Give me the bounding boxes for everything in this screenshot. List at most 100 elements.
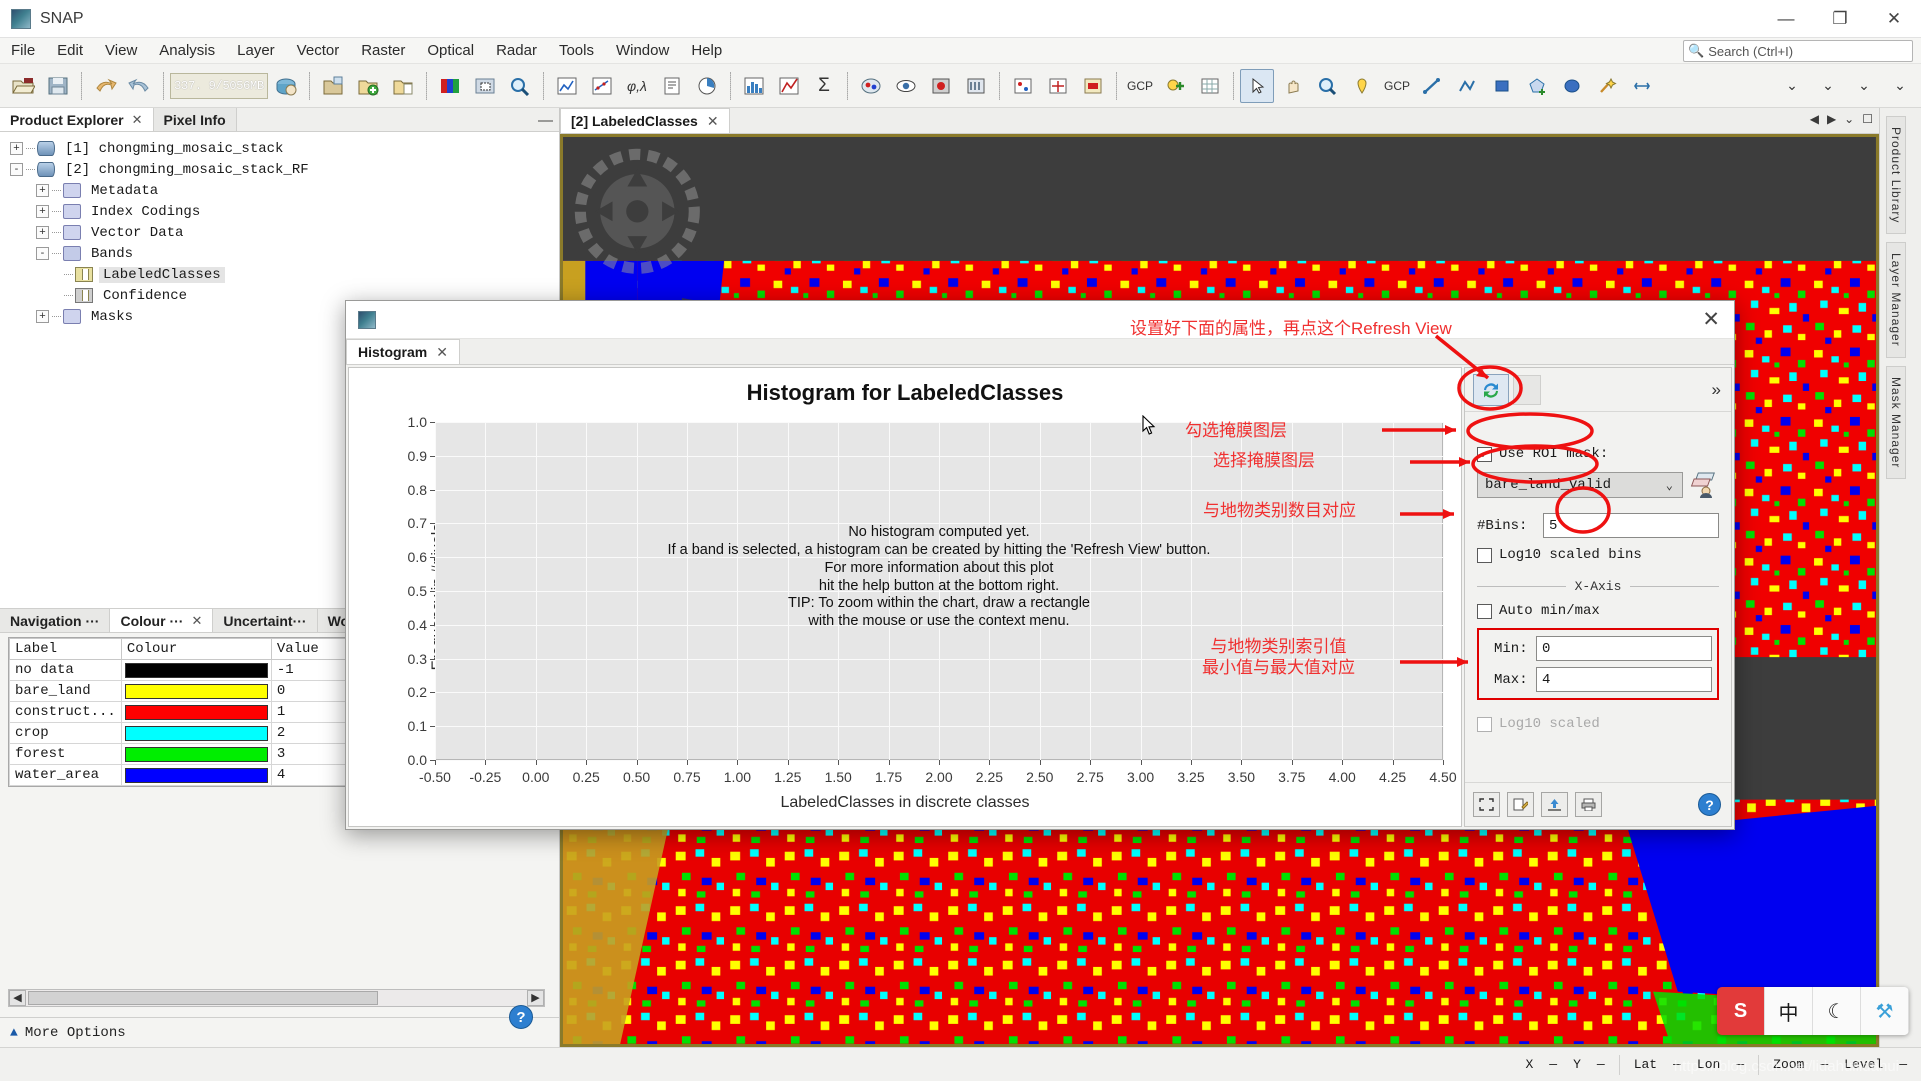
range-finder-icon[interactable] <box>1625 69 1659 103</box>
log10-bins-checkbox[interactable] <box>1477 547 1492 563</box>
dialog-help-button[interactable]: ? <box>1698 793 1721 816</box>
colour-row-swatch[interactable] <box>120 743 272 765</box>
import-product-icon[interactable] <box>351 69 385 103</box>
tree-node-product-1[interactable]: + [1] chongming_mosaic_stack <box>10 138 559 159</box>
histogram-chart-pane[interactable]: Histogram for LabeledClasses Frequency i… <box>348 367 1462 827</box>
profile-plot-icon[interactable] <box>550 69 584 103</box>
expander-icon[interactable]: + <box>36 205 49 218</box>
edit-properties-icon[interactable] <box>1507 792 1534 817</box>
ime-toolbox-icon[interactable]: ⚒ <box>1861 987 1909 1035</box>
maximize-view-icon[interactable]: ☐ <box>1862 112 1873 126</box>
colour-swatch[interactable] <box>124 704 268 720</box>
draw-rectangle-icon[interactable] <box>1485 69 1519 103</box>
tab-list-icon[interactable]: ⌄ <box>1844 112 1854 126</box>
tab-uncertainty[interactable]: Uncertaint··· <box>213 609 318 632</box>
refresh-view-button[interactable] <box>1473 373 1509 406</box>
menu-window[interactable]: Window <box>605 40 680 61</box>
pan-tool-icon[interactable] <box>1275 69 1309 103</box>
minimize-dock-icon[interactable]: — <box>538 112 553 129</box>
open-session-icon[interactable] <box>316 69 350 103</box>
draw-polyline-icon[interactable] <box>1450 69 1484 103</box>
information-icon[interactable] <box>655 69 689 103</box>
tab-navigation[interactable]: Navigation ··· <box>0 609 111 632</box>
chevron-down-icon-2[interactable]: ⌄ <box>1811 69 1845 103</box>
zoom-tool-icon[interactable] <box>503 69 537 103</box>
draw-line-icon[interactable] <box>1415 69 1449 103</box>
export-product-icon[interactable] <box>386 69 420 103</box>
menu-view[interactable]: View <box>94 40 148 61</box>
close-icon[interactable]: ✕ <box>132 112 143 128</box>
colour-row-swatch[interactable] <box>120 659 272 681</box>
search-box[interactable]: 🔍 Search (Ctrl+I) <box>1683 40 1913 62</box>
tab-product-library[interactable]: Product Library <box>1886 116 1906 235</box>
menu-tools[interactable]: Tools <box>548 40 605 61</box>
tree-node-vector-data[interactable]: + Vector Data <box>36 222 559 243</box>
export-icon[interactable] <box>1541 792 1568 817</box>
horizontal-scrollbar[interactable]: ◀ ▶ <box>8 989 545 1007</box>
redo-icon[interactable] <box>123 69 157 103</box>
expander-icon[interactable]: + <box>36 184 49 197</box>
memory-usage-indicator[interactable]: 337. 9/5056MB <box>170 72 268 99</box>
magic-wand-icon[interactable] <box>1590 69 1624 103</box>
tab-product-explorer[interactable]: Product Explorer ✕ <box>0 108 154 131</box>
help-button[interactable]: ? <box>509 1005 533 1029</box>
menu-file[interactable]: File <box>0 40 46 61</box>
chevron-down-icon-3[interactable]: ⌄ <box>1847 69 1881 103</box>
mask-manager-icon[interactable] <box>1689 471 1719 499</box>
tab-labeledclasses-view[interactable]: [2] LabeledClasses ✕ <box>560 108 730 133</box>
auto-minmax-checkbox[interactable] <box>1477 603 1492 619</box>
menu-radar[interactable]: Radar <box>485 40 548 61</box>
auto-minmax-row[interactable]: Auto min/max <box>1477 603 1719 619</box>
expander-icon[interactable]: + <box>36 226 49 239</box>
tree-node-bands[interactable]: - Bands <box>36 243 559 264</box>
use-roi-mask-checkbox[interactable]: ✓ <box>1477 446 1492 462</box>
open-product-icon[interactable] <box>6 69 40 103</box>
colour-row-swatch[interactable] <box>120 764 272 786</box>
close-icon[interactable]: ✕ <box>707 113 719 130</box>
expander-icon[interactable]: + <box>36 310 49 323</box>
fullscreen-icon[interactable] <box>1473 792 1500 817</box>
chevron-down-icon-1[interactable]: ⌄ <box>1775 69 1809 103</box>
scroll-right-icon[interactable]: ▶ <box>527 990 544 1006</box>
colour-swatch[interactable] <box>124 725 268 741</box>
scrollbar-thumb[interactable] <box>28 991 378 1005</box>
expander-icon[interactable]: - <box>36 247 49 260</box>
colour-row-swatch[interactable] <box>120 680 272 702</box>
product-library-icon[interactable] <box>959 69 993 103</box>
tree-node-metadata[interactable]: + Metadata <box>36 180 559 201</box>
pin-manager-icon[interactable] <box>1006 69 1040 103</box>
undo-icon[interactable] <box>88 69 122 103</box>
menu-analysis[interactable]: Analysis <box>148 40 226 61</box>
tree-node-product-2[interactable]: - [2] chongming_mosaic_stack_RF <box>10 159 559 180</box>
sum-icon[interactable]: Σ <box>807 69 841 103</box>
colour-swatch[interactable] <box>124 746 268 762</box>
gcp-manager-icon[interactable] <box>1041 69 1075 103</box>
histogram-icon[interactable] <box>737 69 771 103</box>
bins-input[interactable]: 5 <box>1543 513 1719 538</box>
histogram-dialog[interactable]: ✕ Histogram ✕ Histogram for LabeledClass… <box>345 300 1735 830</box>
tab-pixel-info[interactable]: Pixel Info <box>153 108 237 131</box>
mask-area-icon[interactable] <box>1076 69 1110 103</box>
print-icon[interactable] <box>1575 792 1602 817</box>
colour-row-swatch[interactable] <box>120 701 272 723</box>
memory-clean-icon[interactable] <box>269 69 303 103</box>
menu-edit[interactable]: Edit <box>46 40 94 61</box>
statistics-icon[interactable] <box>690 69 724 103</box>
colour-swatch[interactable] <box>124 683 268 699</box>
ime-chinese-mode-icon[interactable]: 中 <box>1765 987 1813 1035</box>
menu-layer[interactable]: Layer <box>226 40 286 61</box>
minimize-button[interactable]: — <box>1759 0 1813 38</box>
draw-ellipse-icon[interactable] <box>1555 69 1589 103</box>
tree-node-labeledclasses[interactable]: LabeledClasses <box>64 264 559 285</box>
roi-mask-select[interactable]: bare_land_valid ⌄ <box>1477 472 1683 498</box>
grid-overlay-icon[interactable] <box>1193 69 1227 103</box>
log10-bins-row[interactable]: Log10 scaled bins <box>1477 547 1719 563</box>
expander-icon[interactable]: + <box>10 142 23 155</box>
menu-help[interactable]: Help <box>680 40 733 61</box>
mask-manager-icon[interactable] <box>924 69 958 103</box>
close-icon[interactable]: ✕ <box>436 344 448 361</box>
use-roi-mask-row[interactable]: ✓ Use ROI mask: <box>1477 446 1719 462</box>
geo-coding-icon[interactable]: φ,λ <box>620 69 654 103</box>
menu-raster[interactable]: Raster <box>350 40 416 61</box>
options-extra-button[interactable] <box>1513 374 1541 405</box>
